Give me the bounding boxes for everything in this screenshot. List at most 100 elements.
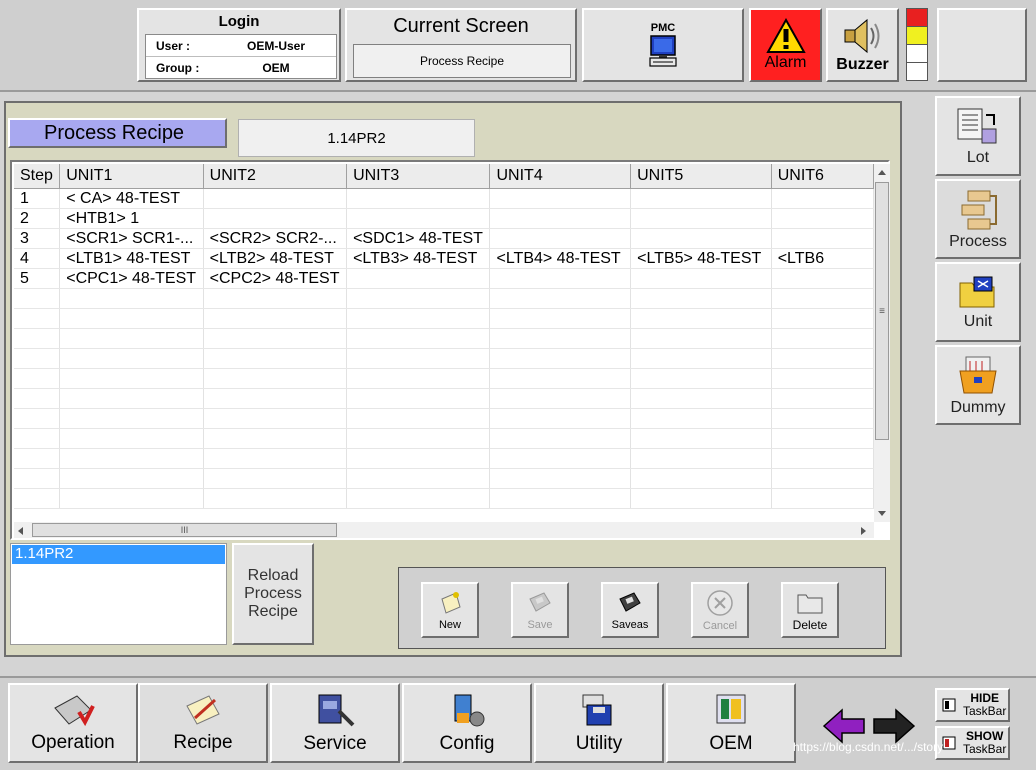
column-header[interactable]: UNIT6	[771, 164, 874, 189]
unit-cell[interactable]	[489, 408, 632, 429]
nav-operation[interactable]: Operation	[8, 683, 138, 763]
unit-cell[interactable]	[771, 228, 874, 249]
unit-cell[interactable]	[771, 408, 874, 429]
unit-cell[interactable]	[489, 268, 632, 289]
unit-cell[interactable]	[346, 448, 491, 469]
unit-cell[interactable]: <LTB5> 48-TEST	[630, 248, 772, 269]
column-header[interactable]: UNIT1	[59, 164, 204, 189]
column-header[interactable]: Step	[14, 164, 61, 189]
unit-cell[interactable]	[203, 488, 348, 509]
unit-cell[interactable]	[59, 428, 204, 449]
step-cell[interactable]	[14, 288, 61, 309]
buzzer-button[interactable]: Buzzer	[826, 8, 899, 82]
vertical-scroll-thumb[interactable]: ≡	[875, 182, 889, 440]
table-row[interactable]: 2 <HTB1> 1	[14, 208, 874, 229]
unit-cell[interactable]	[346, 388, 491, 409]
unit-cell[interactable]	[489, 208, 632, 229]
scroll-left-icon[interactable]	[16, 525, 26, 537]
unit-cell[interactable]: <LTB6	[771, 248, 874, 269]
cancel-button[interactable]: Cancel	[691, 582, 749, 638]
unit-cell[interactable]	[346, 468, 491, 489]
step-cell[interactable]: 2	[14, 208, 61, 229]
scroll-down-icon[interactable]	[876, 508, 888, 518]
nav-recipe[interactable]: Recipe	[138, 683, 268, 763]
table-row[interactable]	[14, 488, 874, 509]
unit-cell[interactable]	[203, 388, 348, 409]
unit-cell[interactable]	[59, 288, 204, 309]
side-nav-lot[interactable]: Lot	[935, 96, 1021, 176]
unit-cell[interactable]	[203, 368, 348, 389]
unit-cell[interactable]	[771, 348, 874, 369]
column-header[interactable]: UNIT2	[203, 164, 348, 189]
unit-cell[interactable]	[346, 208, 491, 229]
unit-cell[interactable]: <LTB2> 48-TEST	[203, 248, 348, 269]
step-cell[interactable]	[14, 408, 61, 429]
unit-cell[interactable]	[203, 328, 348, 349]
unit-cell[interactable]	[59, 328, 204, 349]
unit-cell[interactable]	[346, 488, 491, 509]
side-nav-process[interactable]: Process	[935, 179, 1021, 259]
unit-cell[interactable]	[59, 388, 204, 409]
unit-cell[interactable]	[489, 368, 632, 389]
unit-cell[interactable]: <HTB1> 1	[59, 208, 204, 229]
horizontal-scroll-thumb[interactable]: III	[32, 523, 337, 537]
unit-cell[interactable]	[630, 468, 772, 489]
unit-cell[interactable]	[630, 308, 772, 329]
unit-cell[interactable]	[630, 328, 772, 349]
unit-cell[interactable]: <SDC1> 48-TEST	[346, 228, 491, 249]
unit-cell[interactable]	[59, 348, 204, 369]
column-header[interactable]: UNIT5	[630, 164, 772, 189]
table-row[interactable]	[14, 348, 874, 369]
unit-cell[interactable]	[630, 408, 772, 429]
table-row[interactable]	[14, 388, 874, 409]
unit-cell[interactable]	[346, 308, 491, 329]
recipe-list-item[interactable]: 1.14PR2	[12, 545, 225, 564]
unit-cell[interactable]	[346, 428, 491, 449]
unit-cell[interactable]	[346, 188, 491, 209]
unit-cell[interactable]	[489, 308, 632, 329]
nav-service[interactable]: Service	[270, 683, 400, 763]
step-cell[interactable]	[14, 368, 61, 389]
unit-cell[interactable]	[771, 288, 874, 309]
alarm-button[interactable]: Alarm	[749, 8, 822, 82]
unit-cell[interactable]	[203, 468, 348, 489]
unit-cell[interactable]	[489, 428, 632, 449]
table-row[interactable]	[14, 468, 874, 489]
unit-cell[interactable]: < CA> 48-TEST	[59, 188, 204, 209]
unit-cell[interactable]	[771, 388, 874, 409]
unit-cell[interactable]	[489, 448, 632, 469]
recipe-step-grid[interactable]: Step UNIT1 UNIT2 UNIT3 UNIT4 UNIT5 UNIT6…	[10, 160, 890, 540]
unit-cell[interactable]	[346, 328, 491, 349]
unit-cell[interactable]	[630, 288, 772, 309]
unit-cell[interactable]	[771, 308, 874, 329]
unit-cell[interactable]	[630, 208, 772, 229]
unit-cell[interactable]	[59, 368, 204, 389]
side-nav-dummy[interactable]: Dummy	[935, 345, 1021, 425]
step-cell[interactable]	[14, 328, 61, 349]
unit-cell[interactable]	[630, 348, 772, 369]
unit-cell[interactable]	[203, 308, 348, 329]
unit-cell[interactable]	[630, 228, 772, 249]
unit-cell[interactable]	[203, 188, 348, 209]
new-button[interactable]: New	[421, 582, 479, 638]
unit-cell[interactable]	[203, 448, 348, 469]
unit-cell[interactable]	[630, 388, 772, 409]
unit-cell[interactable]	[771, 328, 874, 349]
nav-config[interactable]: Config	[402, 683, 532, 763]
unit-cell[interactable]	[346, 408, 491, 429]
unit-cell[interactable]	[203, 408, 348, 429]
step-cell[interactable]: 1	[14, 188, 61, 209]
unit-cell[interactable]	[771, 428, 874, 449]
column-header[interactable]: UNIT4	[489, 164, 632, 189]
step-cell[interactable]	[14, 488, 61, 509]
table-row[interactable]	[14, 288, 874, 309]
step-cell[interactable]	[14, 468, 61, 489]
step-cell[interactable]: 4	[14, 248, 61, 269]
show-taskbar-button[interactable]: SHOW TaskBar	[935, 726, 1010, 760]
table-row[interactable]	[14, 368, 874, 389]
column-header[interactable]: UNIT3	[346, 164, 491, 189]
unit-cell[interactable]: <SCR2> SCR2-...	[203, 228, 348, 249]
unit-cell[interactable]: <LTB4> 48-TEST	[489, 248, 632, 269]
unit-cell[interactable]	[630, 268, 772, 289]
scroll-up-icon[interactable]	[876, 168, 888, 178]
